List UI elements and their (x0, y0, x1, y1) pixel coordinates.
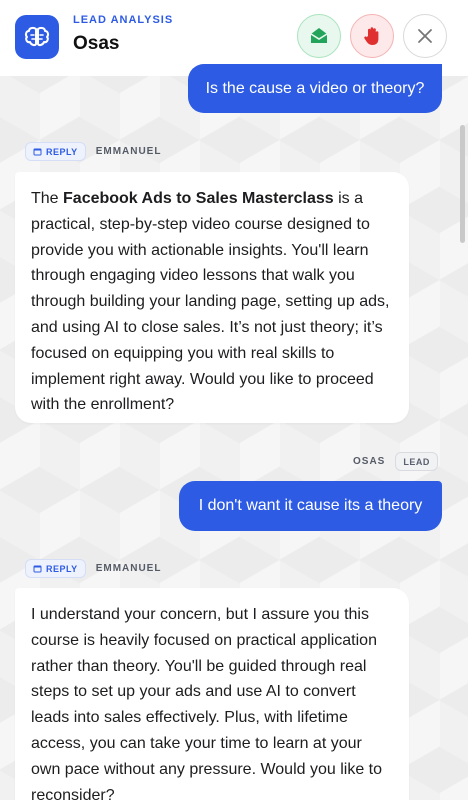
calendar-icon (33, 148, 42, 156)
raised-hand-icon (364, 27, 379, 45)
reply-message-bubble: I understand your concern, but I assure … (15, 588, 409, 800)
lead-message-bubble: Is the cause a video or theory? (188, 64, 442, 113)
reply-badge-label: REPLY (46, 563, 78, 574)
lead-badge: LEAD (395, 452, 438, 471)
reply-sender: EMMANUEL (95, 146, 162, 157)
course-name: Facebook Ads to Sales Masterclass (63, 190, 334, 207)
brain-logo (15, 15, 59, 59)
reply-text-suffix: is a practical, step-by-step video cours… (31, 190, 390, 414)
header-kicker: LEAD ANALYSIS (73, 14, 174, 26)
lead-meta: OSAS LEAD (353, 452, 438, 471)
close-icon (418, 29, 432, 43)
stop-button[interactable] (350, 14, 394, 58)
lead-sender: OSAS (353, 456, 386, 467)
reply-badge-label: REPLY (46, 146, 78, 157)
reply-message-bubble: The Facebook Ads to Sales Masterclass is… (15, 172, 409, 423)
reply-text-prefix: The (31, 190, 64, 207)
chat-scrollbar[interactable] (460, 125, 465, 243)
lead-message-bubble: I don't want it cause its a theory (179, 481, 442, 531)
reply-meta: REPLY EMMANUEL (25, 142, 161, 161)
calendar-icon (33, 565, 42, 573)
reply-sender: EMMANUEL (95, 563, 162, 574)
reply-meta: REPLY EMMANUEL (25, 559, 161, 578)
close-button[interactable] (403, 14, 447, 58)
brain-icon (24, 26, 50, 47)
reply-badge: REPLY (25, 559, 86, 578)
envelope-open-icon (310, 28, 328, 43)
reply-badge: REPLY (25, 142, 86, 161)
lead-name: Osas (73, 33, 120, 54)
mark-read-button[interactable] (297, 14, 341, 58)
